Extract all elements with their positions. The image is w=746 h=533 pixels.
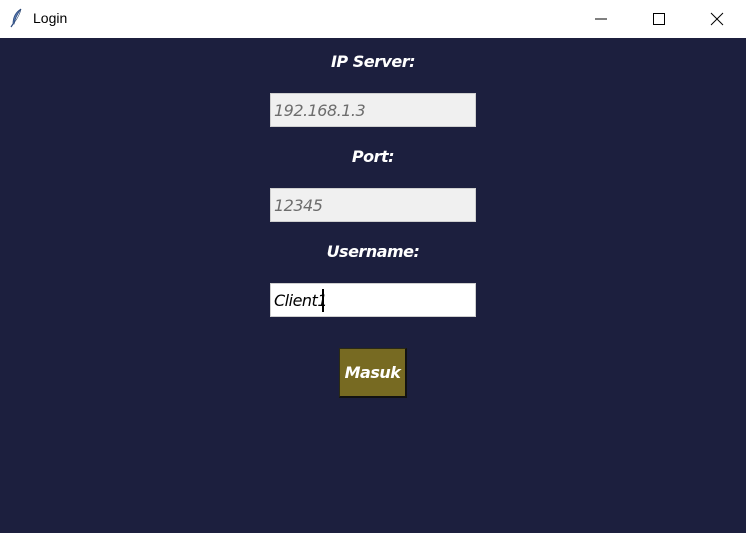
- username-field[interactable]: [270, 283, 476, 317]
- username-label: Username:: [326, 242, 420, 261]
- title-bar: Login: [0, 0, 746, 38]
- close-button[interactable]: [688, 0, 746, 38]
- minimize-button[interactable]: [572, 0, 630, 38]
- port-label: Port:: [351, 147, 395, 166]
- masuk-button[interactable]: Masuk: [339, 348, 407, 398]
- window-title: Login: [33, 10, 68, 26]
- login-window: Login IP Server: Port: Username: Masuk: [0, 0, 746, 533]
- feather-icon: [9, 8, 25, 28]
- port-field[interactable]: [270, 188, 476, 222]
- maximize-button[interactable]: [630, 0, 688, 38]
- ip-server-field[interactable]: [270, 93, 476, 127]
- login-form: IP Server: Port: Username: Masuk: [0, 38, 746, 533]
- text-cursor: [322, 289, 324, 312]
- ip-server-label: IP Server:: [330, 52, 416, 71]
